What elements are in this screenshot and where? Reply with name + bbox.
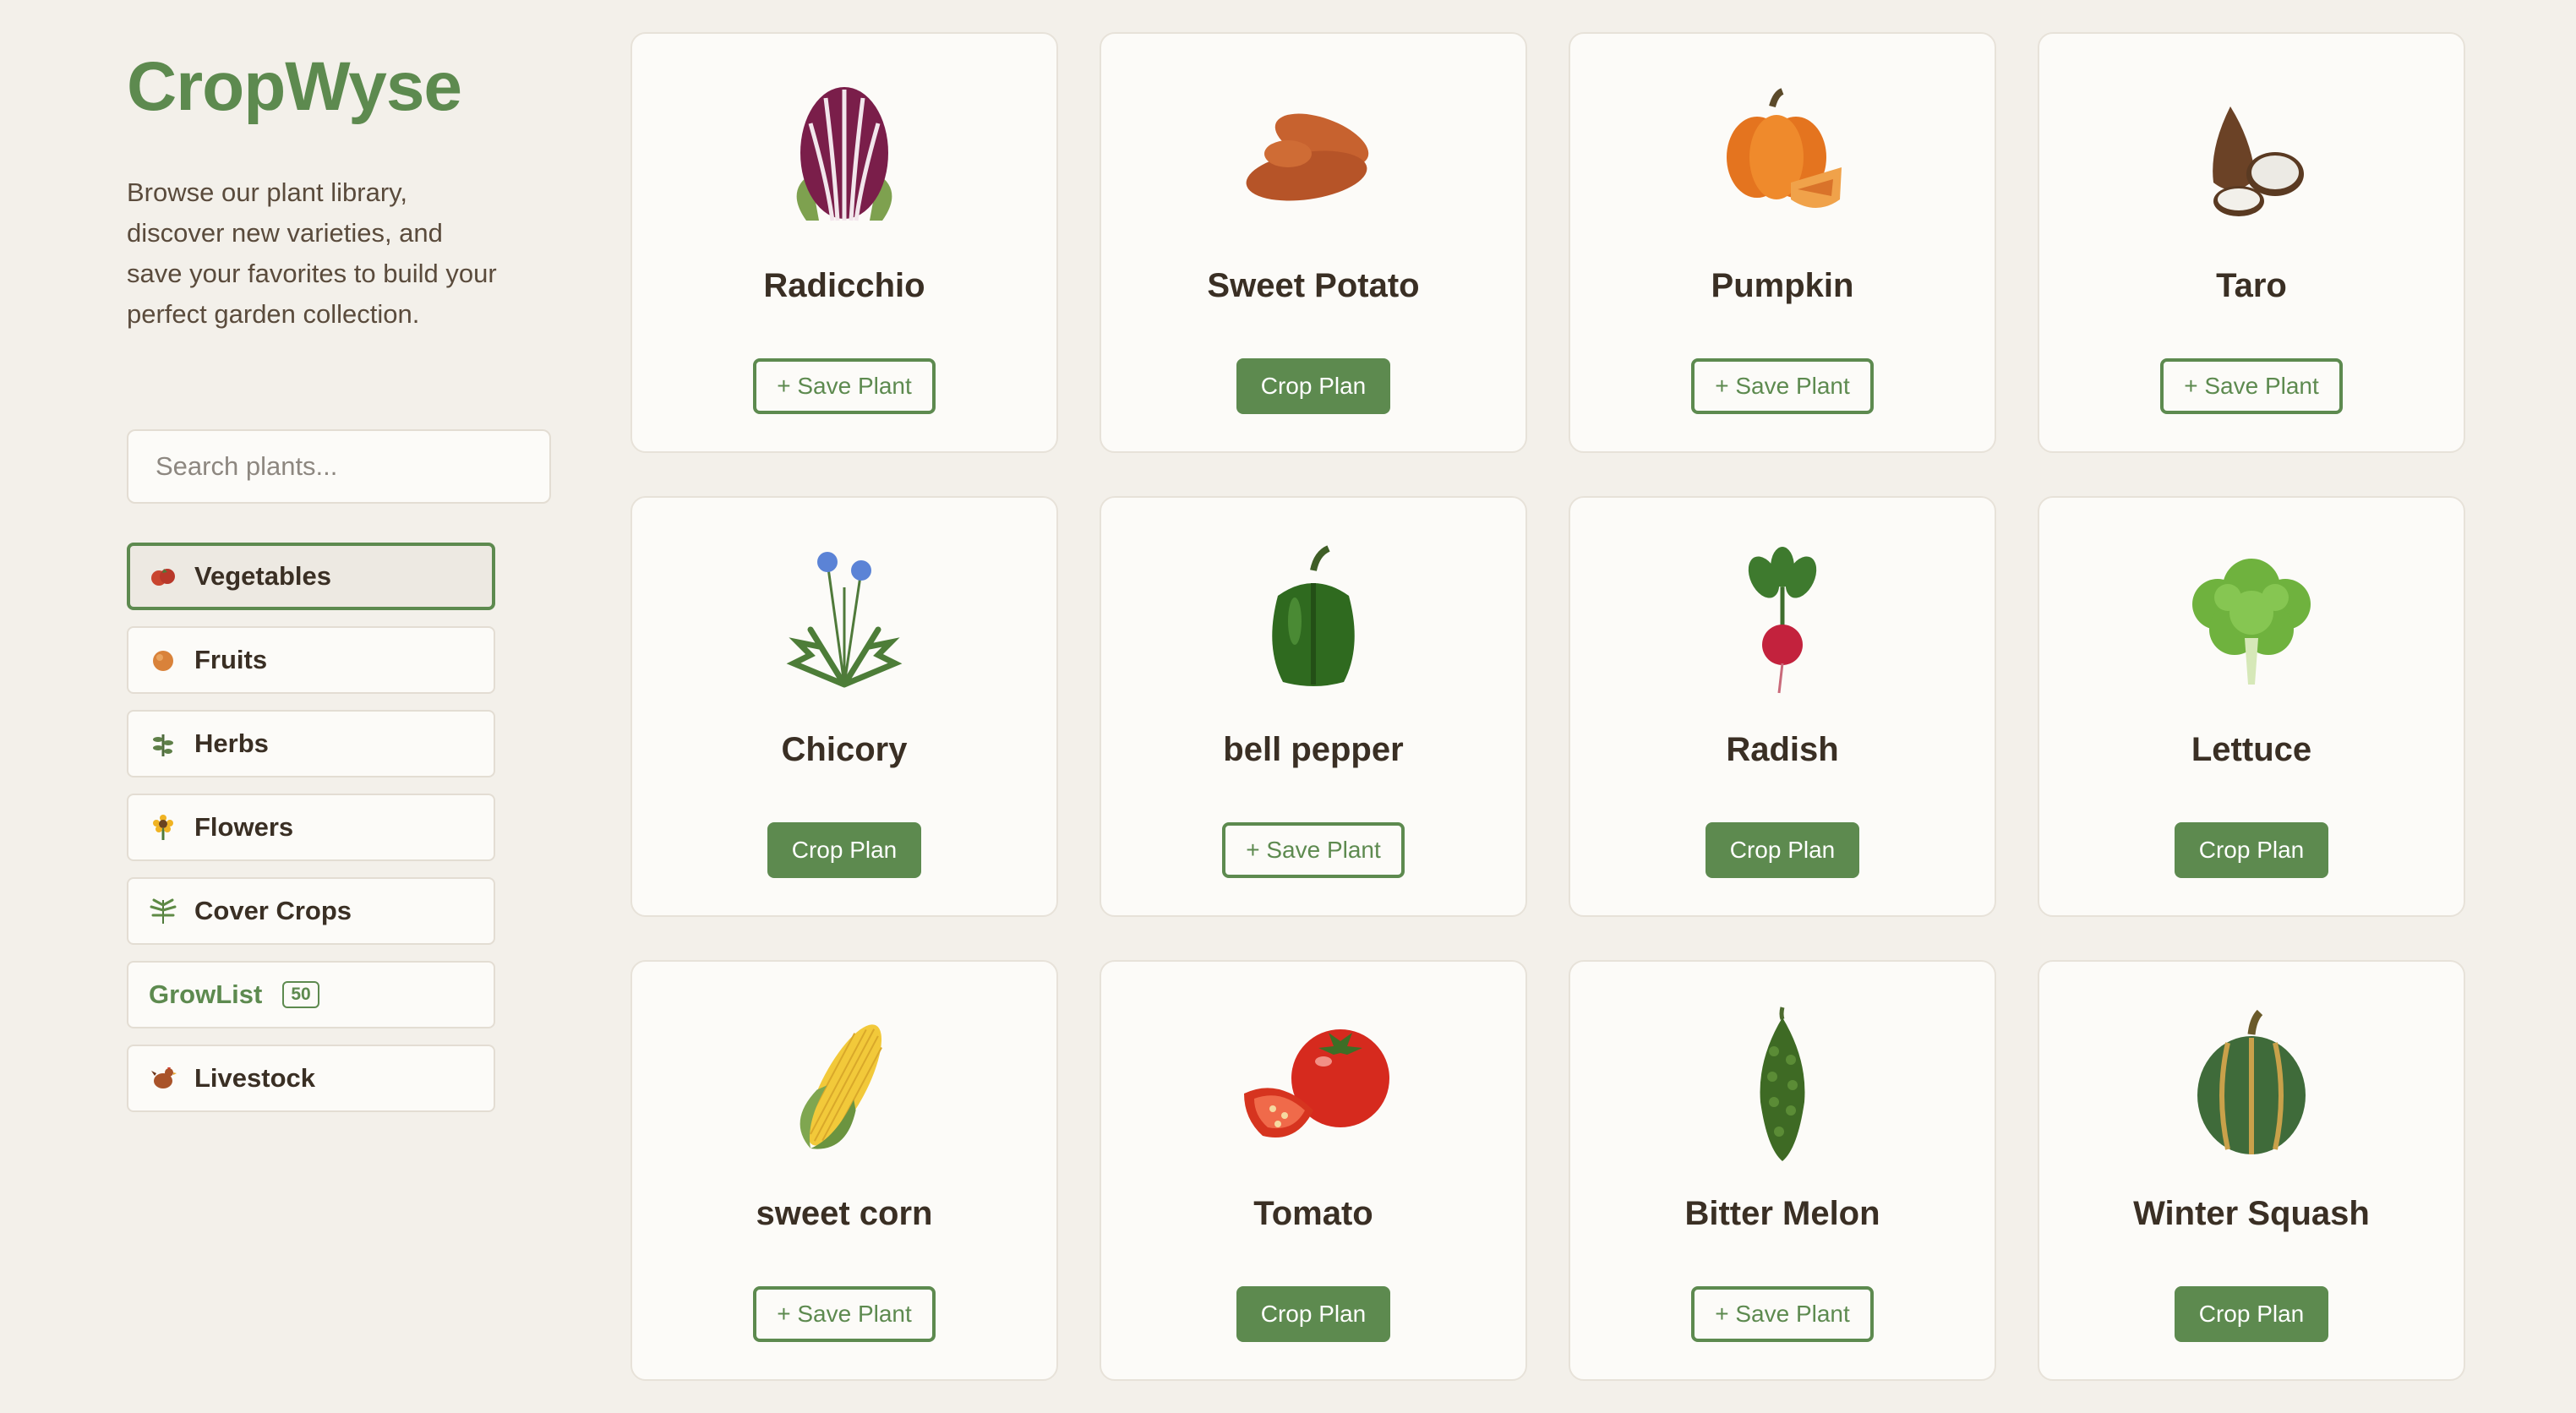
lettuce-image [2167, 537, 2336, 706]
chicory-image [760, 537, 929, 706]
plant-name: sweet corn [756, 1195, 933, 1232]
tomato-icon [149, 562, 177, 591]
plant-card[interactable]: Winter Squash Crop Plan [2038, 960, 2465, 1381]
save-plant-button[interactable]: + Save Plant [1691, 358, 1874, 414]
intro-text: Browse our plant library, discover new v… [127, 177, 497, 329]
plant-card[interactable]: Pumpkin + Save Plant [1569, 32, 1996, 453]
category-growlist[interactable]: GrowList 50 [127, 961, 495, 1028]
sweet-corn-image [760, 1001, 929, 1170]
plant-grid: Radicchio + Save Plant Sweet Potato Crop… [630, 32, 2465, 1381]
save-plant-button[interactable]: + Save Plant [1222, 822, 1405, 878]
category-label: Livestock [194, 1063, 316, 1093]
brand-logo[interactable]: CropWyse [127, 47, 462, 127]
herb-icon [149, 729, 177, 758]
category-label: Herbs [194, 728, 269, 758]
category-livestock[interactable]: Livestock [127, 1045, 495, 1112]
radish-image [1698, 537, 1867, 706]
taro-image [2167, 73, 2336, 242]
plant-name: Sweet Potato [1207, 267, 1420, 304]
plant-name: Radish [1726, 731, 1839, 768]
leaf-icon [149, 897, 177, 925]
crop-plan-button[interactable]: Crop Plan [767, 822, 921, 878]
plant-name: bell pepper [1223, 731, 1404, 768]
plant-name: Bitter Melon [1684, 1195, 1880, 1232]
plant-card[interactable]: bell pepper + Save Plant [1100, 496, 1527, 917]
category-label: Fruits [194, 645, 268, 674]
save-plant-button[interactable]: + Save Plant [2160, 358, 2343, 414]
crop-plan-button[interactable]: Crop Plan [1706, 822, 1859, 878]
plant-name: Tomato [1253, 1195, 1373, 1232]
plant-card[interactable]: Taro + Save Plant [2038, 32, 2465, 453]
category-fruits[interactable]: Fruits [127, 626, 495, 694]
plant-card[interactable]: Lettuce Crop Plan [2038, 496, 2465, 917]
crop-plan-button[interactable]: Crop Plan [1236, 358, 1390, 414]
category-cover-crops[interactable]: Cover Crops [127, 877, 495, 945]
crop-plan-button[interactable]: Crop Plan [2175, 822, 2328, 878]
radicchio-image [760, 73, 929, 242]
plant-card[interactable]: Radicchio + Save Plant [630, 32, 1058, 453]
plant-card[interactable]: Bitter Melon + Save Plant [1569, 960, 1996, 1381]
category-label: Flowers [194, 812, 294, 842]
growlist-count-badge: 50 [282, 981, 319, 1008]
category-flowers[interactable]: Flowers [127, 794, 495, 861]
plant-card[interactable]: Sweet Potato Crop Plan [1100, 32, 1527, 453]
plant-name: Pumpkin [1711, 267, 1854, 304]
save-plant-button[interactable]: + Save Plant [753, 1286, 936, 1342]
sweet-potato-image [1229, 73, 1398, 242]
orange-icon [149, 646, 177, 674]
bell-pepper-image [1229, 537, 1398, 706]
crop-plan-button[interactable]: Crop Plan [1236, 1286, 1390, 1342]
plant-name: Radicchio [763, 267, 925, 304]
category-label: Cover Crops [194, 896, 352, 925]
plant-card[interactable]: Radish Crop Plan [1569, 496, 1996, 917]
search-input[interactable] [156, 451, 522, 482]
category-vegetables[interactable]: Vegetables [127, 543, 495, 610]
save-plant-button[interactable]: + Save Plant [753, 358, 936, 414]
winter-squash-image [2167, 1001, 2336, 1170]
plant-card[interactable]: Tomato Crop Plan [1100, 960, 1527, 1381]
plant-name: Taro [2216, 267, 2287, 304]
category-label: Vegetables [194, 561, 331, 591]
growlist-label: GrowList [149, 979, 263, 1009]
search-box[interactable] [127, 429, 551, 504]
pumpkin-image [1698, 73, 1867, 242]
crop-plan-button[interactable]: Crop Plan [2175, 1286, 2328, 1342]
chicken-icon [149, 1064, 177, 1093]
tomato-image [1229, 1001, 1398, 1170]
category-herbs[interactable]: Herbs [127, 710, 495, 777]
sunflower-icon [149, 813, 177, 842]
plant-name: Lettuce [2191, 731, 2312, 768]
category-list: Vegetables Fruits Herbs Flowers Cover Cr… [127, 543, 495, 1128]
bitter-melon-image [1698, 1001, 1867, 1170]
plant-name: Chicory [781, 731, 908, 768]
save-plant-button[interactable]: + Save Plant [1691, 1286, 1874, 1342]
plant-card[interactable]: sweet corn + Save Plant [630, 960, 1058, 1381]
plant-card[interactable]: Chicory Crop Plan [630, 496, 1058, 917]
plant-name: Winter Squash [2133, 1195, 2370, 1232]
